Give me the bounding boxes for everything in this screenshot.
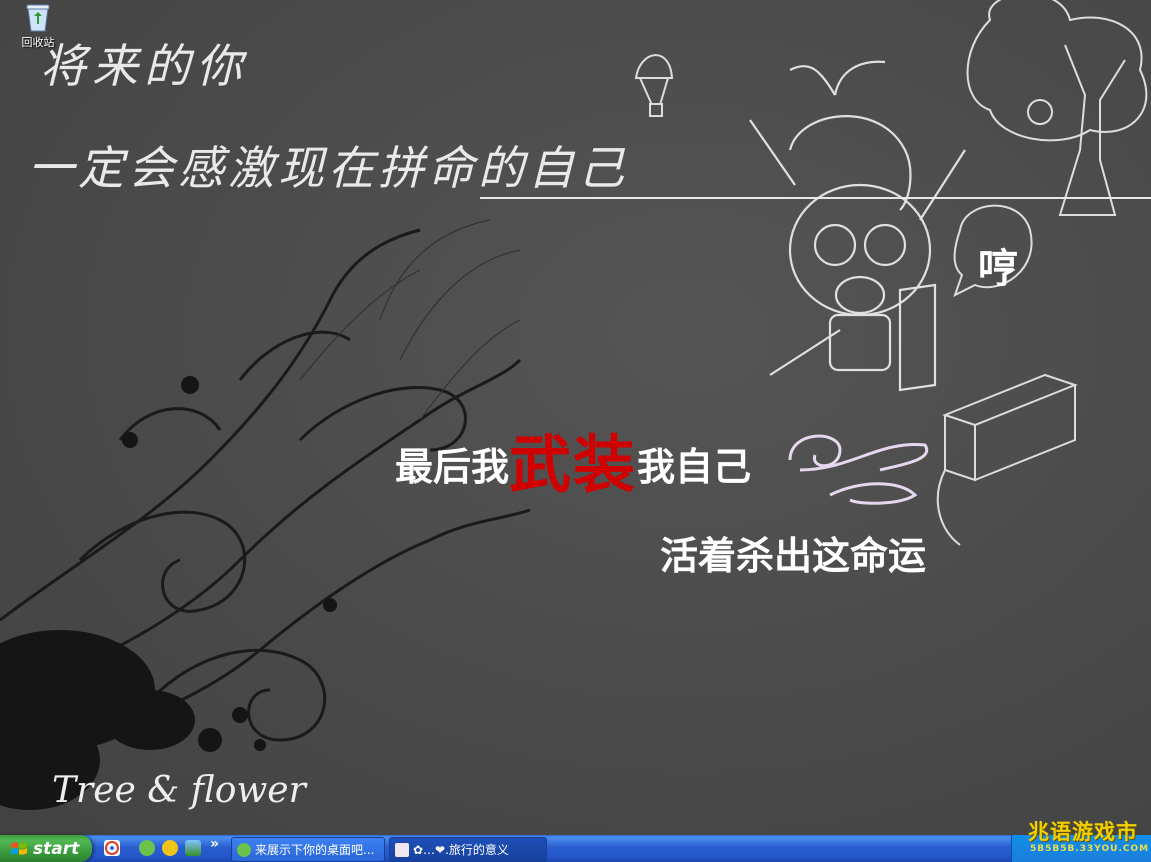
taskbar-button-browser[interactable]: 来展示下你的桌面吧...	[231, 837, 385, 862]
browser-icon	[237, 842, 251, 857]
browser-icon[interactable]	[139, 840, 155, 856]
wallpaper-handwriting-line2: 一定会感激现在拼命的自己	[28, 141, 628, 195]
slogan-part1: 最后我	[395, 445, 510, 489]
slogan-line2: 活着杀出这命运	[660, 534, 927, 578]
watermark-title: 兆语游戏市	[1028, 820, 1138, 844]
window-icon	[395, 842, 409, 857]
desktop: 回收站 将来的你 一定会感激现在拼命的自己 哼 最后我武装我自己 活着杀出这命运…	[0, 0, 1151, 835]
windows-flag-icon	[11, 841, 27, 855]
slogan-line1: 最后我武装我自己	[395, 434, 752, 497]
desktop-icon[interactable]	[185, 840, 201, 856]
taskbar: start » 来展示下你的桌面吧... ✿…❤.旅行的意义	[0, 835, 1151, 862]
speech-bubble-text: 哼	[978, 246, 1018, 292]
wallpaper-signature: Tree & flower	[52, 770, 306, 811]
slogan-red: 武装	[509, 428, 638, 501]
slogan-part2: 我自己	[637, 445, 752, 489]
taskbar-button-music[interactable]: ✿…❤.旅行的意义	[389, 837, 547, 862]
wallpaper-art	[0, 0, 1148, 810]
start-button[interactable]: start	[0, 835, 92, 862]
start-label: start	[33, 838, 80, 859]
wallpaper-handwriting-line1: 将来的你	[40, 39, 248, 93]
quick-launch-chevron[interactable]: »	[210, 836, 219, 852]
task-label: 来展示下你的桌面吧...	[255, 843, 375, 857]
browser-icon[interactable]	[162, 840, 178, 856]
task-label: ✿…❤.旅行的意义	[413, 843, 509, 857]
recycle-bin-icon	[25, 2, 51, 32]
ie-icon[interactable]	[104, 840, 120, 856]
watermark-url: 5B5B5B.33YOU.COM	[1030, 844, 1150, 854]
wallpaper-divider	[480, 197, 1151, 199]
